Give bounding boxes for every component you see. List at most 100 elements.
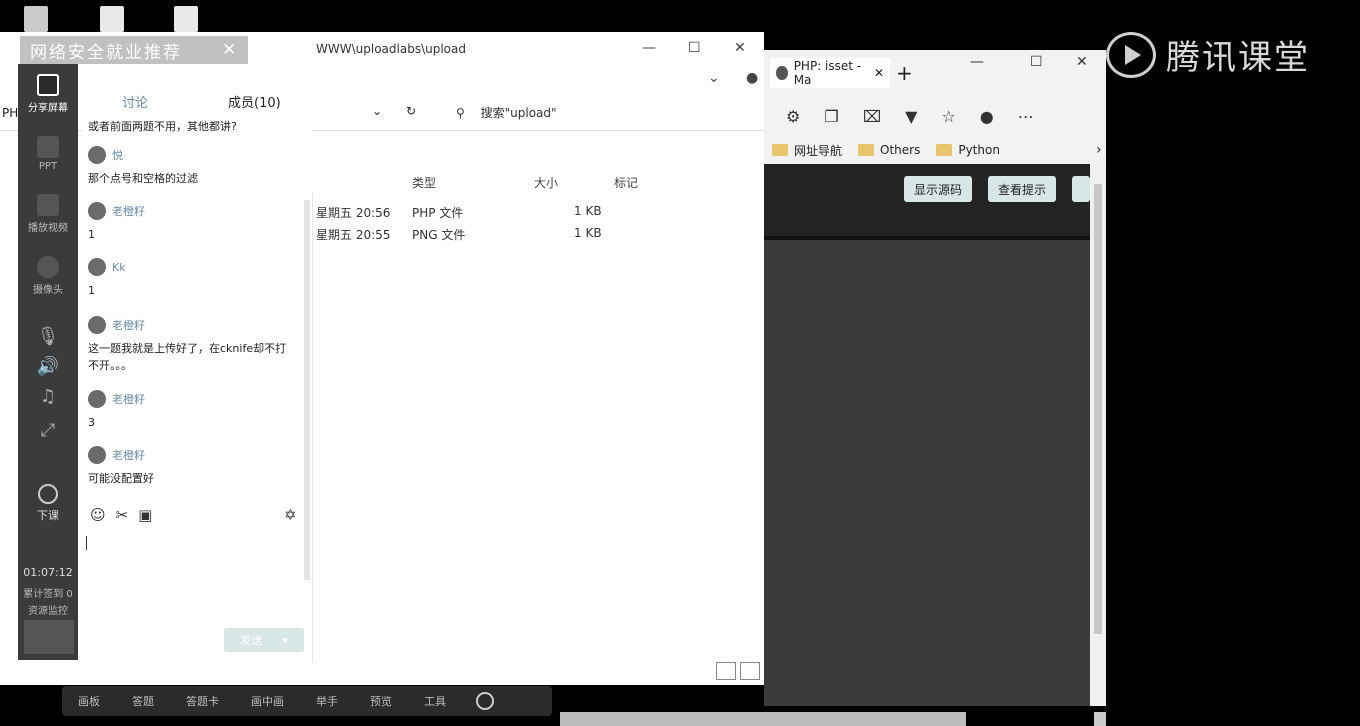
column-tag[interactable]: 标记 [614,174,638,191]
address-dropdown-icon[interactable]: ⌄ [372,104,382,118]
speaker-icon[interactable]: 🔊 [18,356,78,377]
explorer-path: WWW\uploadlabs\upload [316,42,466,56]
share-screen-icon [37,74,59,96]
chat-panel: 讨论 成员(10) 或者前面两题不用，其他都讲? 悦 那个点号和空格的过滤 老橙… [82,88,312,660]
message-text: 或者前面两题不用，其他都讲? [88,120,237,133]
show-source-button[interactable]: 显示源码 [904,176,973,202]
checkin-stats: 累计签到 0 [23,589,73,600]
chat-message: 老橙籽 1 [88,202,298,243]
block-icon[interactable]: ⌧ [863,107,881,126]
search-box[interactable]: ⚲ 搜索"upload" [456,104,557,121]
new-tab-button[interactable]: + [896,61,913,85]
desktop-app-icon[interactable] [24,6,48,32]
scissors-icon[interactable]: ✂ [116,506,129,524]
share-screen-button[interactable]: 分享屏幕 [18,74,78,114]
profile-avatar[interactable]: ● [980,107,994,126]
explorer-minimize-icon[interactable]: — [642,40,656,56]
sidebar-label: 分享屏幕 [28,103,68,114]
toolbar-preview[interactable]: 预览 [354,693,408,709]
copy-icon[interactable]: ❐ [824,107,838,126]
column-size[interactable]: 大小 [534,174,558,191]
refresh-icon[interactable]: ↻ [406,104,416,118]
chat-scrollbar[interactable] [304,200,310,580]
explorer-expand-icon[interactable]: ⌄ [708,70,720,86]
sidebar-label: 摄像头 [33,285,63,296]
send-button[interactable]: 发送 ▾ [224,628,304,652]
extension-icon[interactable]: ⚙ [786,107,800,126]
toolbar-whiteboard[interactable]: 画板 [62,693,116,709]
bookmarks-bar: 网址导航 Others Python › [764,136,1106,164]
toolbar-tools[interactable]: 工具 [408,693,462,709]
resource-monitor-graph [24,620,74,654]
explorer-maximize-icon[interactable]: ☐ [688,40,701,56]
desktop-file-icon[interactable] [100,6,124,32]
chat-input[interactable] [86,536,87,550]
details-view-icon[interactable] [716,662,736,680]
avatar [88,202,106,220]
power-icon[interactable] [476,692,494,710]
send-dropdown-icon[interactable]: ▾ [282,634,288,647]
file-type: PNG 文件 [412,228,466,242]
favorites-icon[interactable]: ☆ [941,107,955,126]
bookmark-label: 网址导航 [794,143,843,158]
message-user: 悦 [112,149,123,162]
chat-tabs: 讨论 成员(10) [82,88,312,118]
large-icons-view-icon[interactable] [740,662,760,680]
toolbar-raise-hand[interactable]: 举手 [300,693,354,709]
bookmark-python[interactable]: Python [936,143,1000,157]
tab-favicon-icon [776,66,788,80]
message-user: 老橙籽 [112,449,145,462]
message-text: 那个点号和空格的过滤 [88,172,198,185]
browser-maximize-icon[interactable]: ☐ [1030,54,1043,70]
tab-members[interactable]: 成员(10) [228,92,281,111]
browser-tabbar: PHP: isset - Ma ✕ + — ☐ ✕ [764,50,1106,96]
end-class-button[interactable]: 下课 [18,484,78,523]
overlay-close-icon[interactable]: ✕ [222,40,238,60]
column-type[interactable]: 类型 [412,174,436,191]
fullscreen-icon[interactable]: ⤢ [18,420,78,441]
search-input[interactable]: 搜索"upload" [481,106,557,120]
tab-close-icon[interactable]: ✕ [874,66,884,80]
scroll-thumb[interactable] [1094,184,1102,634]
emoji-icon[interactable]: ☺ [90,506,106,524]
filter-icon[interactable]: ▼ [905,107,917,126]
send-label: 发送 [240,634,263,647]
play-video-button[interactable]: 播放视频 [18,194,78,234]
bottom-scroll-strip [560,712,966,726]
avatar [88,316,106,334]
ppt-button[interactable]: PPT [18,136,78,172]
view-hint-button[interactable]: 查看提示 [988,176,1057,202]
message-user: Kk [112,260,126,274]
toolbar-pip[interactable]: 画中画 [235,693,300,709]
browser-scrollbar[interactable] [1090,164,1106,706]
microphone-icon[interactable]: 🎙 [18,326,78,347]
explorer-close-icon[interactable]: ✕ [734,40,746,56]
bookmark-label: Others [880,143,921,157]
desktop-document-icon[interactable] [174,6,198,32]
settings-icon[interactable]: ✡ [284,506,297,524]
image-icon[interactable]: ▣ [138,506,152,524]
bookmark-others[interactable]: Others [858,143,920,157]
message-text: 3 [88,416,95,429]
bookmark-nav[interactable]: 网址导航 [772,142,842,159]
end-class-icon [38,484,58,504]
corner-strip [1094,712,1106,726]
page-button-partial[interactable] [1072,176,1090,202]
toolbar-answer-card[interactable]: 答题卡 [170,693,235,709]
folder-icon [858,144,875,156]
tab-discussion[interactable]: 讨论 [122,92,148,111]
avatar [88,390,106,408]
help-icon[interactable]: ● [746,70,758,86]
browser-close-icon[interactable]: ✕ [1076,54,1088,70]
tab-title: PHP: isset - Ma [793,59,862,87]
camera-button[interactable]: 摄像头 [18,256,78,296]
chat-message: 或者前面两题不用，其他都讲? [88,118,298,135]
chevron-right-icon[interactable]: › [1096,142,1102,158]
class-timer-area: 01:07:12 累计签到 0 资源监控 [18,566,78,617]
more-menu-icon[interactable]: ⋯ [1018,107,1034,126]
music-icon[interactable]: ♫ [18,386,78,407]
browser-tab[interactable]: PHP: isset - Ma ✕ [770,58,890,88]
browser-minimize-icon[interactable]: — [970,54,984,70]
chat-message: 悦 那个点号和空格的过滤 [88,146,298,187]
toolbar-quiz[interactable]: 答题 [116,693,170,709]
